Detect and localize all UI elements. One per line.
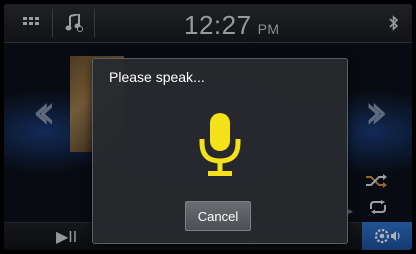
voice-input-dialog: Please speak... Cancel (92, 58, 348, 244)
head-unit-screen: 12:27 PM ‹‹ ›› ▶ ▶II Please speak... Can… (4, 4, 412, 250)
microphone-icon (198, 111, 242, 181)
cancel-button[interactable]: Cancel (185, 201, 251, 231)
dialog-title: Please speak... (109, 69, 205, 85)
